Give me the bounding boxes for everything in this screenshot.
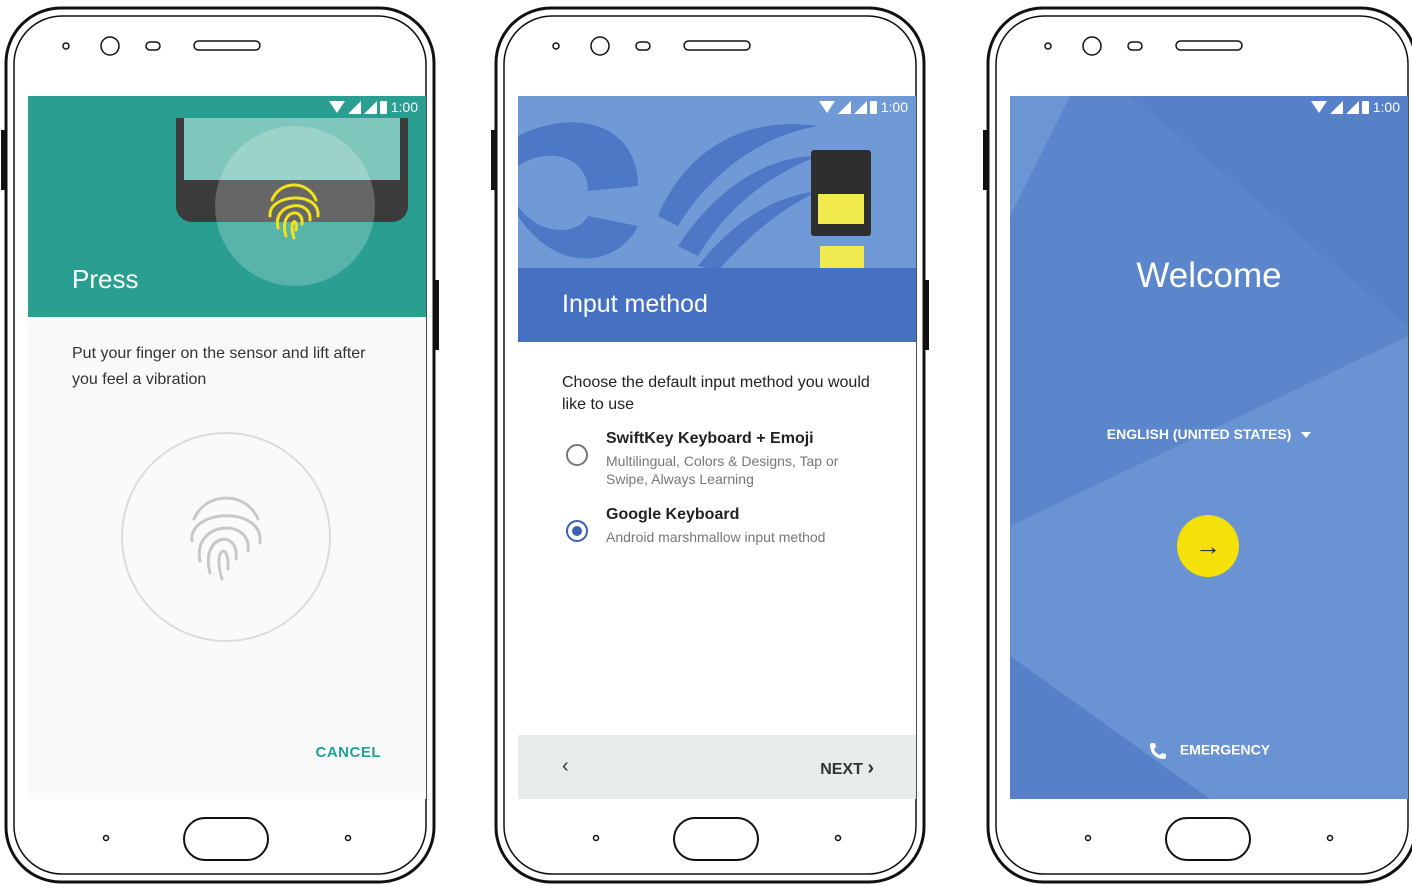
battery-icon	[1361, 100, 1369, 114]
status-time: 1:00	[880, 99, 908, 115]
arrow-right-icon: →	[1195, 530, 1221, 561]
language-selector[interactable]: ENGLISH (UNITED STATES)	[1010, 426, 1408, 442]
phone-input-method: Input method 1:00 Choose the default inp…	[490, 0, 930, 886]
signal-icon	[853, 100, 867, 114]
cancel-button[interactable]: CANCEL	[316, 744, 382, 761]
signal-icon	[363, 100, 377, 114]
language-label: ENGLISH (UNITED STATES)	[1106, 426, 1292, 442]
wifi-icon	[328, 101, 345, 113]
option-name: Google Keyboard	[606, 506, 740, 523]
background-shapes	[1010, 96, 1408, 799]
status-time: 1:00	[390, 99, 418, 115]
radio-button-selected[interactable]	[566, 520, 588, 542]
signal-icon	[347, 100, 361, 114]
fingerprint-target[interactable]	[121, 432, 331, 642]
wifi-icon	[1310, 101, 1327, 113]
fingerprint-body: Put your finger on the sensor and lift a…	[28, 317, 426, 799]
fingerprint-icon	[190, 496, 262, 581]
signal-icon	[1329, 100, 1343, 114]
wifi-icon	[818, 101, 835, 113]
navigation-footer: ‹ NEXT ›	[518, 735, 916, 799]
back-button[interactable]: ‹	[562, 755, 569, 778]
option-name: SwiftKey Keyboard + Emoji	[606, 430, 814, 447]
page-title: Press	[72, 264, 139, 294]
battery-icon	[379, 100, 387, 114]
next-label: NEXT	[820, 761, 863, 778]
option-swiftkey[interactable]: SwiftKey Keyboard + Emoji Multilingual, …	[562, 430, 882, 490]
phone-icon	[1149, 743, 1166, 759]
input-method-screen: Input method 1:00 Choose the default inp…	[518, 96, 916, 799]
instruction-text: Put your finger on the sensor and lift a…	[72, 345, 366, 388]
input-method-header: Input method	[518, 96, 916, 342]
status-time: 1:00	[1372, 99, 1400, 115]
prompt-text: Choose the default input method you woul…	[562, 374, 870, 413]
emergency-label: EMERGENCY	[1179, 741, 1271, 758]
welcome-screen: 1:00 Welcome ENGLISH (UNITED STATES) → E…	[1010, 96, 1408, 799]
page-title: Welcome	[1136, 256, 1282, 295]
option-google-keyboard[interactable]: Google Keyboard Android marshmallow inpu…	[562, 506, 882, 550]
option-description: Multilingual, Colors & Designs, Tap or S…	[606, 453, 839, 487]
fingerprint-icon	[268, 183, 320, 240]
status-bar: 1:00	[1010, 96, 1408, 118]
radio-button[interactable]	[566, 444, 588, 466]
fingerprint-header: Press	[28, 96, 426, 317]
phone-welcome: 1:00 Welcome ENGLISH (UNITED STATES) → E…	[982, 0, 1412, 886]
page-title: Input method	[562, 290, 708, 318]
status-bar: 1:00	[518, 96, 916, 118]
emergency-button[interactable]: EMERGENCY	[1010, 741, 1408, 761]
signal-icon	[837, 100, 851, 114]
chevron-left-icon: ‹	[562, 755, 569, 777]
battery-icon	[869, 100, 877, 114]
fingerprint-screen: Press 1:00 Put your finger on the sensor…	[28, 96, 426, 799]
next-button[interactable]: →	[1177, 515, 1239, 577]
signal-icon	[1345, 100, 1359, 114]
dropdown-arrow-icon	[1301, 432, 1312, 439]
phone-fingerprint: Press 1:00 Put your finger on the sensor…	[0, 0, 440, 886]
option-description: Android marshmallow input method	[606, 529, 826, 545]
status-bar: 1:00	[28, 96, 426, 118]
chevron-right-icon: ›	[867, 757, 874, 779]
input-method-body: Choose the default input method you woul…	[518, 342, 916, 735]
next-button[interactable]: NEXT ›	[820, 757, 874, 780]
